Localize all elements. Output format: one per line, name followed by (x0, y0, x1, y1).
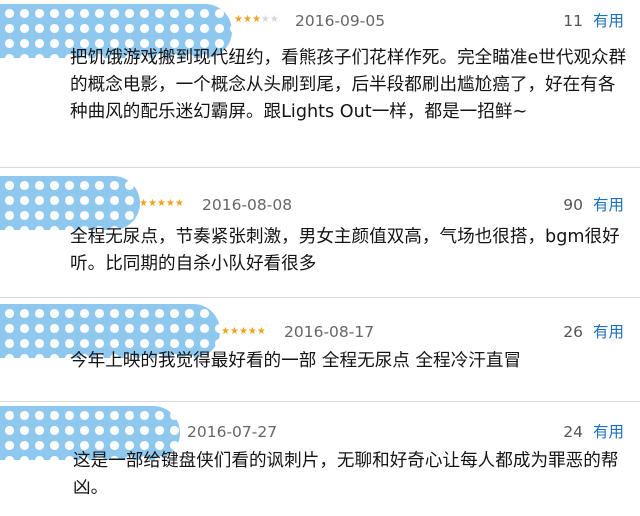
star-filled-icon: ★ (256, 326, 266, 337)
star-filled-icon: ★ (247, 326, 257, 337)
useful-button[interactable]: 有用 (593, 12, 624, 30)
star-filled-icon: ★ (147, 198, 157, 209)
vote-count: 24 (563, 423, 583, 441)
review-text: 这是一部给键盘侠们看的讽刺片，无聊和好奇心让每人都成为罪恶的帮凶。 (73, 451, 619, 498)
star-filled-icon: ★ (139, 198, 148, 209)
star-filled-icon: ★ (251, 14, 261, 25)
review-item: ★★★★★ 2016-08-08 90 有用 全程无尿点，节奏紧张刺激，男女主颜值… (0, 168, 640, 298)
review-text: 全程无尿点，节奏紧张刺激，男女主颜值双高，气场也很搭，bgm很好听。比同期的自杀… (70, 227, 620, 274)
vote-count: 90 (563, 196, 583, 214)
useful-button[interactable]: 有用 (593, 423, 624, 441)
star-filled-icon: ★ (156, 198, 166, 209)
vote-box: 11 有用 (563, 12, 624, 30)
star-filled-icon: ★ (165, 198, 175, 209)
vote-count: 26 (563, 323, 583, 341)
review-item: 2016-07-27 24 有用 这是一部给键盘侠们看的讽刺片，无聊和好奇心让每人… (0, 402, 640, 516)
review-date: 2016-08-08 (202, 196, 293, 214)
useful-button[interactable]: 有用 (593, 196, 624, 214)
star-empty-icon: ★ (269, 14, 279, 25)
review-text: 把饥饿游戏搬到现代纽约，看熊孩子们花样作死。完全瞄准e世代观众群的概念电影，一个… (70, 48, 627, 122)
star-filled-icon: ★ (238, 326, 248, 337)
vote-box: 24 有用 (563, 423, 624, 441)
star-filled-icon: ★ (242, 14, 252, 25)
review-text: 今年上映的我觉得最好看的一部 全程无尿点 全程冷汗直冒 (70, 351, 522, 371)
vote-box: 26 有用 (563, 323, 624, 341)
rating-stars: ★★★★★ (234, 15, 279, 25)
star-filled-icon: ★ (234, 14, 243, 25)
star-filled-icon: ★ (174, 198, 184, 209)
rating-stars: ★★★★★ (221, 327, 266, 337)
vote-box: 90 有用 (563, 196, 624, 214)
review-date: 2016-09-05 (295, 12, 386, 30)
vote-count: 11 (563, 12, 583, 30)
rating-stars: ★★★★★ (139, 199, 184, 209)
review-item: ★★★★★ 2016-08-17 26 有用 今年上映的我觉得最好看的一部 全程无… (0, 298, 640, 402)
star-empty-icon: ★ (260, 14, 270, 25)
useful-button[interactable]: 有用 (593, 323, 624, 341)
review-date: 2016-07-27 (187, 423, 278, 441)
review-item: ★★★★★ 2016-09-05 11 有用 把饥饿游戏搬到现代纽约，看熊孩子们花… (0, 0, 640, 168)
review-date: 2016-08-17 (284, 323, 375, 341)
star-filled-icon: ★ (221, 326, 230, 337)
star-filled-icon: ★ (229, 326, 239, 337)
username-censor-mask (0, 176, 140, 230)
